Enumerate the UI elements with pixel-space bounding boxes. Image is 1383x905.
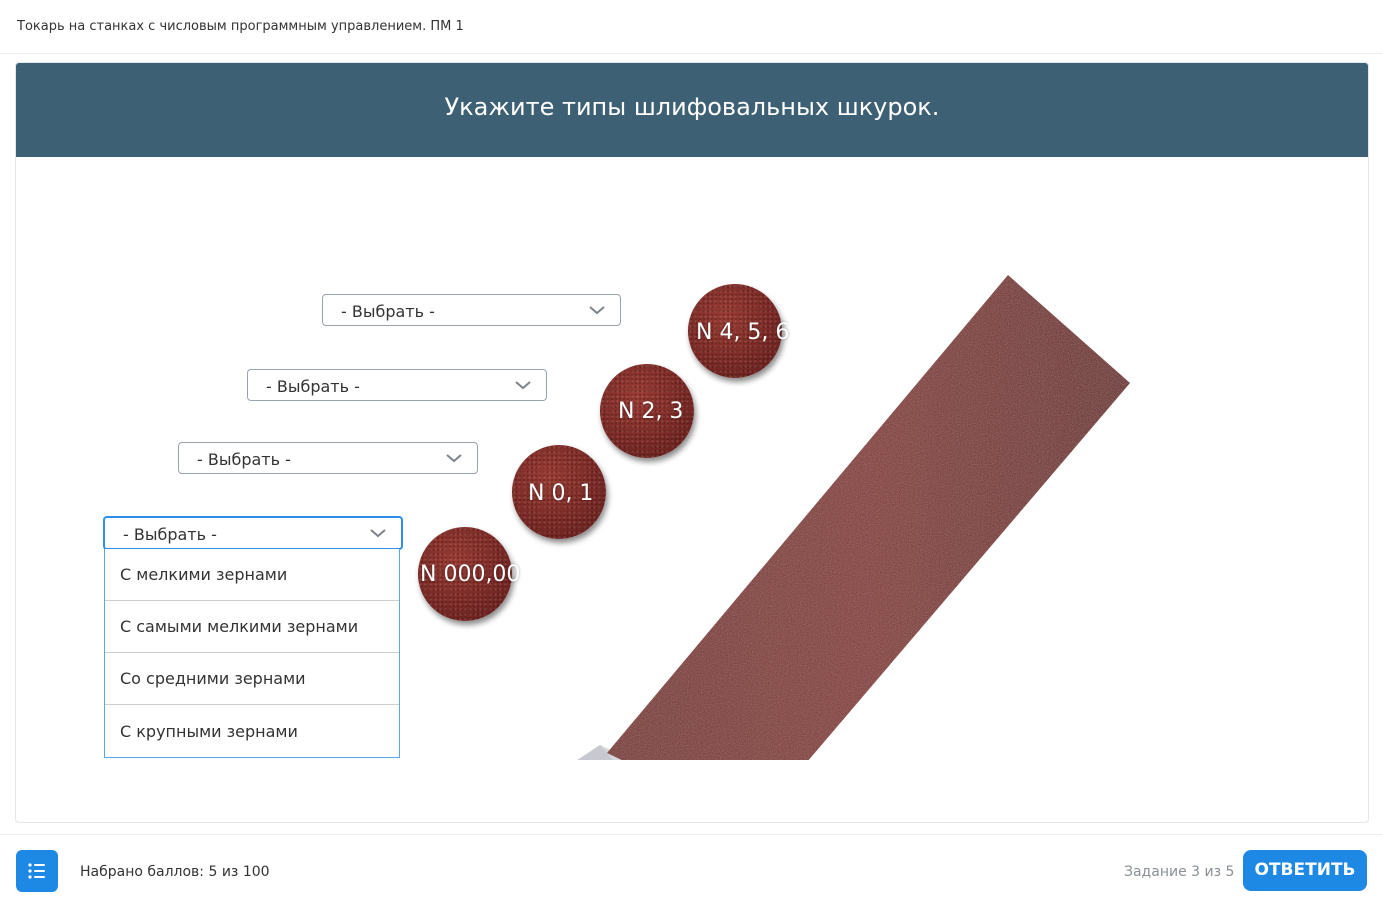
answer-button[interactable]: ОТВЕТИТЬ — [1243, 850, 1367, 891]
grit-disc-label: N 4, 5, 6 — [696, 320, 790, 345]
sandpaper-illustration: N 4, 5, 6 N 2, 3 N 0, 1 N 000,00 — [385, 200, 1145, 760]
question-header: Укажите типы шлифовальных шкурок. — [16, 63, 1368, 157]
task-progress: Задание 3 из 5 — [1124, 864, 1235, 880]
select-value: - Выбрать - — [197, 450, 291, 469]
chevron-down-icon — [515, 381, 531, 390]
question-list-button[interactable] — [16, 850, 58, 892]
answer-select-1[interactable]: - Выбрать - — [322, 294, 621, 326]
answer-select-2[interactable]: - Выбрать - — [247, 369, 547, 401]
select-value: - Выбрать - — [341, 302, 435, 321]
chevron-down-icon — [446, 454, 462, 463]
select-value: - Выбрать - — [123, 525, 217, 544]
list-icon — [28, 863, 45, 879]
dropdown-option[interactable]: Со средними зернами — [105, 653, 399, 705]
grit-disc-label: N 0, 1 — [528, 481, 594, 506]
question-title: Укажите типы шлифовальных шкурок. — [444, 93, 940, 121]
answer-select-3[interactable]: - Выбрать - — [178, 442, 478, 474]
select-value: - Выбрать - — [266, 377, 360, 396]
course-title: Токарь на станках с числовым программным… — [17, 19, 464, 34]
grit-disc-label: N 2, 3 — [618, 399, 684, 424]
sandpaper-strip — [577, 275, 1130, 760]
bottom-bar: Набрано баллов: 5 из 100 Задание 3 из 5 … — [0, 834, 1383, 905]
chevron-down-icon — [370, 529, 386, 538]
dropdown-option[interactable]: С крупными зернами — [105, 705, 399, 757]
sandpaper-strip-image — [385, 200, 1145, 760]
chevron-down-icon — [589, 306, 605, 315]
top-bar: Токарь на станках с числовым программным… — [0, 0, 1383, 54]
grit-disc-label: N 000,00 — [420, 562, 521, 587]
dropdown-option[interactable]: С самыми мелкими зернами — [105, 601, 399, 653]
select-dropdown-list: С мелкими зернами С самыми мелкими зерна… — [104, 549, 400, 758]
dropdown-option[interactable]: С мелкими зернами — [105, 549, 399, 601]
answer-select-4[interactable]: - Выбрать - — [103, 516, 403, 550]
score-text: Набрано баллов: 5 из 100 — [80, 864, 270, 880]
